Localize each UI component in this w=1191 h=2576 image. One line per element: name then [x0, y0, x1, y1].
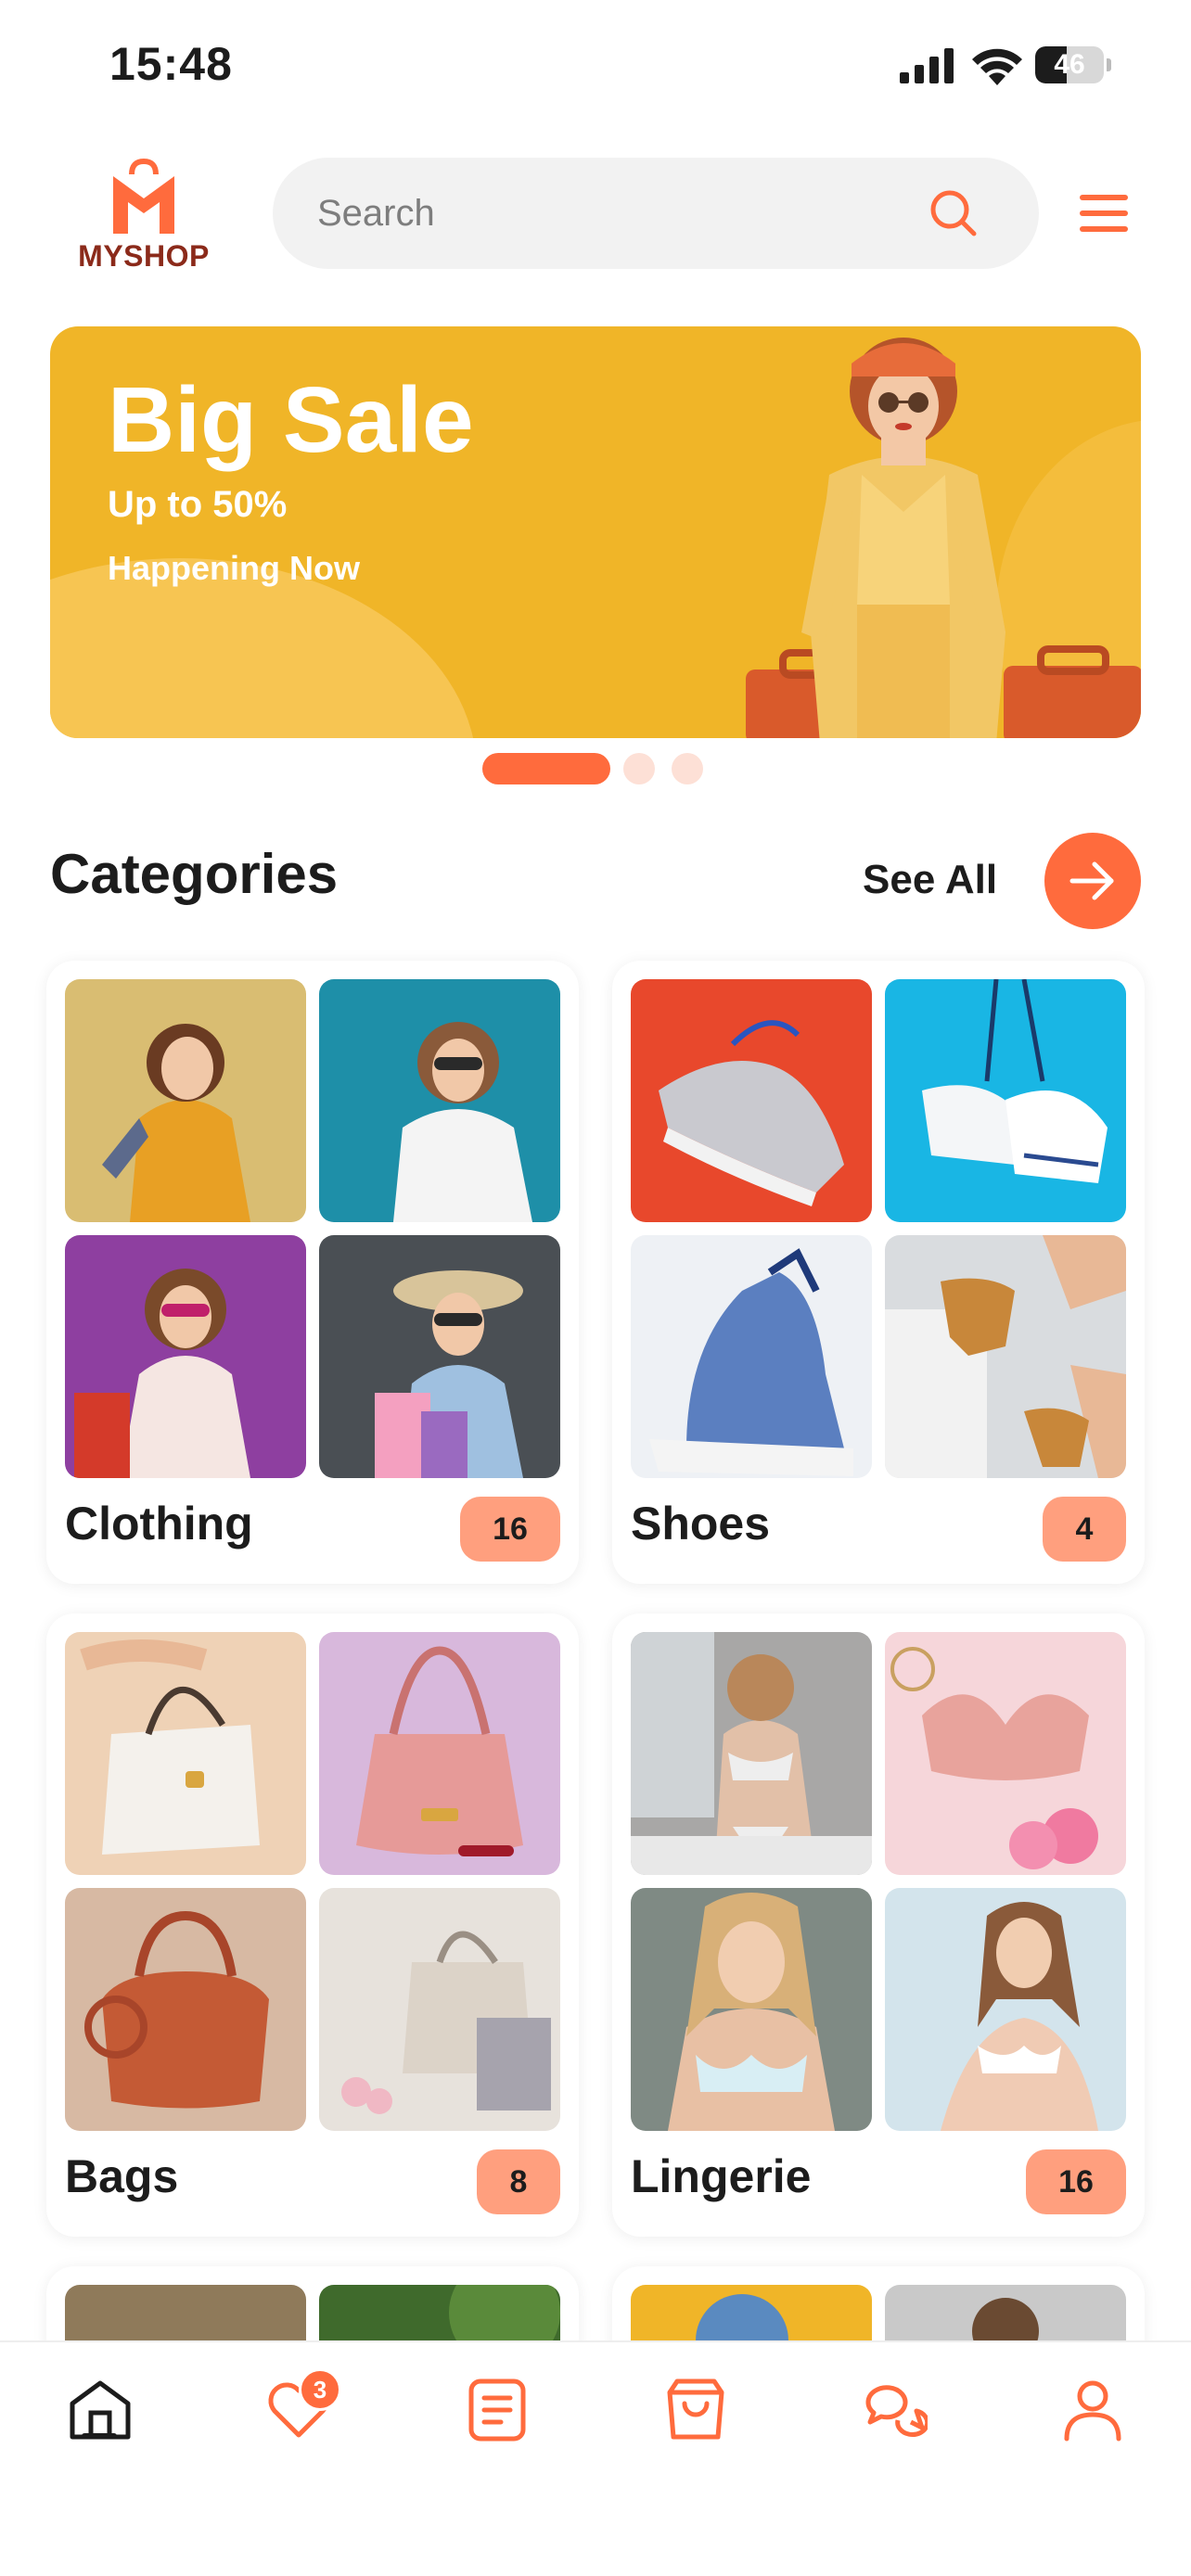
- see-all-button[interactable]: [1044, 833, 1141, 929]
- pagination-dot[interactable]: [623, 753, 655, 784]
- nav-cart[interactable]: [653, 2376, 736, 2468]
- banner-title: Big Sale: [108, 368, 474, 472]
- logo[interactable]: MYSHOP: [74, 156, 213, 276]
- search-icon[interactable]: [928, 187, 980, 239]
- promo-banner[interactable]: Big Sale Up to 50% Happening Now: [50, 326, 1141, 738]
- wifi-icon: [972, 48, 1022, 85]
- nav-messages[interactable]: [852, 2376, 935, 2468]
- category-image: [319, 1888, 560, 2131]
- banner-subtitle: Up to 50%: [108, 484, 288, 525]
- search-input[interactable]: [317, 185, 911, 241]
- category-label: Clothing: [65, 1498, 253, 1549]
- banner-pagination: [482, 753, 724, 784]
- banner-tagline: Happening Now: [108, 549, 360, 587]
- status-time: 15:48: [109, 38, 233, 90]
- signal-icon: [900, 48, 954, 83]
- category-image: [885, 1888, 1126, 2131]
- category-card-lingerie[interactable]: Lingerie 16: [612, 1613, 1145, 2237]
- pagination-dot[interactable]: [672, 753, 703, 784]
- category-image: [65, 979, 306, 1222]
- category-image: [885, 1632, 1126, 1875]
- menu-icon[interactable]: [1078, 191, 1130, 236]
- count-badge: 8: [477, 2149, 560, 2214]
- bottom-navigation: 3: [0, 2340, 1191, 2576]
- battery-level: 46: [1054, 49, 1085, 80]
- nav-home[interactable]: [58, 2376, 141, 2468]
- user-icon: [1064, 2380, 1121, 2442]
- category-image: [65, 1632, 306, 1875]
- count-badge: 16: [460, 1497, 560, 1562]
- category-image: [319, 1235, 560, 1478]
- nav-orders[interactable]: [455, 2376, 538, 2468]
- category-label: Bags: [65, 2150, 179, 2202]
- category-image: [65, 1888, 306, 2131]
- shopping-bag-icon: [667, 2378, 724, 2440]
- category-label: Lingerie: [631, 2150, 812, 2202]
- banner-model-image: [746, 338, 1141, 738]
- count-badge: 4: [1043, 1497, 1126, 1562]
- category-card-bags[interactable]: Bags 8: [46, 1613, 579, 2237]
- category-image: [631, 979, 872, 1222]
- status-bar: 15:48 46: [0, 0, 1191, 130]
- category-image: [631, 1888, 872, 2131]
- category-image: [65, 1235, 306, 1478]
- count-badge: 16: [1026, 2149, 1126, 2214]
- category-image: [885, 979, 1126, 1222]
- category-image: [319, 979, 560, 1222]
- category-image: [631, 1235, 872, 1478]
- category-card-shoes[interactable]: Shoes 4: [612, 961, 1145, 1584]
- see-all-link[interactable]: See All: [863, 857, 997, 903]
- pagination-dot-active[interactable]: [482, 753, 610, 784]
- category-image: [319, 1632, 560, 1875]
- category-label: Shoes: [631, 1498, 771, 1549]
- category-image: [631, 1632, 872, 1875]
- category-image: [885, 1235, 1126, 1478]
- list-icon: [468, 2378, 526, 2442]
- nav-profile[interactable]: [1050, 2376, 1133, 2468]
- category-card-clothing[interactable]: Clothing 16: [46, 961, 579, 1584]
- logo-text: MYSHOP: [78, 239, 210, 273]
- nav-favorites[interactable]: 3: [256, 2368, 341, 2468]
- search-bar[interactable]: [273, 158, 1039, 269]
- chat-icon: [865, 2385, 928, 2438]
- active-tab-indicator: [82, 2433, 117, 2439]
- arrow-right-icon: [1069, 861, 1114, 900]
- battery-icon: 46: [1035, 46, 1111, 83]
- favorites-count-badge: 3: [299, 2368, 341, 2411]
- shop-logo-icon: [113, 158, 174, 234]
- section-title: Categories: [50, 843, 339, 905]
